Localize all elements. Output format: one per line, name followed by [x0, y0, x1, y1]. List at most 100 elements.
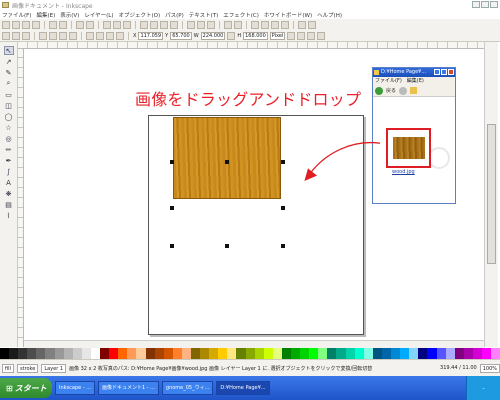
color-swatch[interactable] [90, 348, 101, 359]
color-swatch[interactable] [291, 348, 301, 359]
color-swatch[interactable] [318, 348, 328, 359]
color-swatch[interactable] [309, 348, 319, 359]
color-swatch[interactable] [436, 348, 446, 359]
select-all-layers-button[interactable] [12, 31, 20, 40]
close-button[interactable] [490, 1, 498, 8]
color-swatch[interactable] [100, 348, 110, 359]
taskbar-item[interactable]: 画像ドキュメント1 - ... [97, 381, 159, 395]
folder-up-icon[interactable] [410, 87, 418, 94]
menu-object[interactable]: オブジェクト(O) [119, 11, 161, 19]
spray-tool-icon[interactable]: ❋ [4, 189, 14, 198]
minimize-button[interactable] [472, 1, 480, 8]
horizontal-ruler[interactable] [18, 42, 484, 49]
new-document-button[interactable] [2, 20, 10, 29]
x-input[interactable]: 117.059 [138, 31, 164, 40]
explorer-minimize-button[interactable] [434, 69, 440, 75]
print-button[interactable] [32, 20, 40, 29]
horizontal-scrollbar[interactable] [24, 340, 484, 348]
open-button[interactable] [12, 20, 20, 29]
menu-text[interactable]: テキスト(T) [189, 11, 219, 19]
color-swatch[interactable] [454, 348, 464, 359]
h-input[interactable]: 168.000 [243, 31, 268, 40]
color-swatch[interactable] [45, 348, 55, 359]
color-swatch[interactable] [400, 348, 410, 359]
color-swatch[interactable] [163, 348, 173, 359]
color-swatch[interactable] [263, 348, 273, 359]
transform-stroke-button[interactable] [287, 31, 296, 40]
rotate-cw-button[interactable] [49, 31, 57, 40]
back-arrow-icon[interactable] [375, 86, 383, 95]
resize-handle-nw[interactable] [170, 160, 174, 164]
color-swatch[interactable] [127, 348, 137, 359]
color-swatch[interactable] [218, 348, 228, 359]
menu-path[interactable]: パス(P) [165, 11, 184, 19]
color-swatch[interactable] [36, 348, 46, 359]
text-tool-icon[interactable]: A [4, 178, 14, 187]
paste-button[interactable] [123, 20, 131, 29]
color-swatch[interactable] [154, 348, 164, 359]
zoom-tool-icon[interactable]: ⌕ [4, 79, 14, 88]
rotate-ccw-button[interactable] [39, 31, 47, 40]
color-swatch[interactable] [363, 348, 373, 359]
color-swatch[interactable] [381, 348, 392, 359]
color-swatch[interactable] [481, 348, 492, 359]
align-button[interactable] [281, 20, 289, 29]
flip-horizontal-button[interactable] [59, 31, 67, 40]
menu-edit[interactable]: 編集(E) [36, 11, 55, 19]
cut-button[interactable] [113, 20, 121, 29]
text-font-button[interactable] [261, 20, 269, 29]
transform-corners-button[interactable] [297, 31, 306, 40]
spiral-tool-icon[interactable]: ◎ [4, 134, 14, 143]
redo-button[interactable] [86, 20, 94, 29]
vertical-scrollbar[interactable] [484, 42, 498, 347]
explorer-maximize-button[interactable] [441, 69, 447, 75]
vertical-scroll-thumb[interactable] [487, 124, 496, 264]
start-button[interactable]: ⊞ スタート [0, 378, 52, 398]
wood-thumbnail-label[interactable]: wood.jpg [392, 169, 415, 175]
color-swatch[interactable] [272, 348, 282, 359]
undo-button[interactable] [76, 20, 84, 29]
color-swatch[interactable] [418, 348, 428, 359]
copy-button[interactable] [103, 20, 111, 29]
color-swatch[interactable] [63, 348, 73, 359]
color-swatch[interactable] [172, 348, 182, 359]
color-swatch[interactable] [136, 348, 146, 359]
color-swatch[interactable] [445, 348, 455, 359]
color-swatch[interactable] [245, 348, 255, 359]
duplicate-button[interactable] [187, 20, 195, 29]
lock-ratio-button[interactable] [227, 31, 236, 40]
star-tool-icon[interactable]: ☆ [4, 123, 14, 132]
color-swatch[interactable] [354, 348, 364, 359]
back-label[interactable]: 戻る [386, 87, 396, 94]
select-all-button[interactable] [2, 31, 10, 40]
layer-select[interactable]: Layer 1 [41, 363, 67, 373]
color-swatch[interactable] [491, 348, 500, 359]
lower-bottom-button[interactable] [116, 31, 124, 40]
resize-handle-se[interactable] [281, 244, 285, 248]
resize-handle-ne[interactable] [281, 160, 285, 164]
color-swatch[interactable] [18, 348, 28, 359]
zoom-selection-button[interactable] [140, 20, 148, 29]
menu-view[interactable]: 表示(V) [60, 11, 79, 19]
color-swatch[interactable] [72, 348, 82, 359]
maximize-button[interactable] [481, 1, 489, 8]
color-palette[interactable] [0, 348, 500, 359]
ungroup-button[interactable] [234, 20, 242, 29]
raise-top-button[interactable] [86, 31, 94, 40]
pencil-tool-icon[interactable]: ✏ [4, 145, 14, 154]
zoom-field[interactable]: 100% [479, 363, 500, 373]
taskbar-item[interactable]: Inkscape - ... [55, 381, 95, 395]
color-swatch[interactable] [372, 348, 382, 359]
ellipse-tool-icon[interactable]: ◯ [4, 112, 14, 121]
color-swatch[interactable] [190, 348, 201, 359]
clone-button[interactable] [197, 20, 205, 29]
color-swatch[interactable] [463, 348, 473, 359]
node-tool-icon[interactable]: ↗ [4, 57, 14, 66]
zoom-drawing-button[interactable] [150, 20, 158, 29]
resize-handle-w[interactable] [170, 206, 174, 210]
color-swatch[interactable] [409, 348, 419, 359]
export-button[interactable] [59, 20, 67, 29]
resize-handle-n[interactable] [225, 160, 229, 164]
menu-whiteboard[interactable]: ホワイトボード(W) [264, 11, 312, 19]
fill-stroke-button[interactable] [251, 20, 259, 29]
